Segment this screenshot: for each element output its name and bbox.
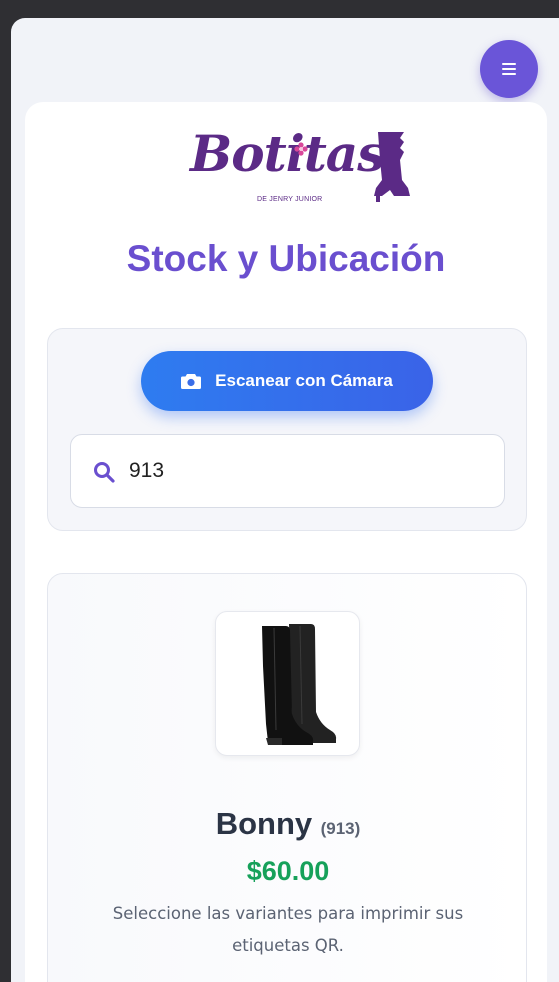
product-hint: Seleccione las variantes para imprimir s… xyxy=(112,904,464,955)
search-panel: Escanear con Cámara 913 xyxy=(47,328,527,531)
boots-image xyxy=(262,624,337,745)
product-card: Bonny (913) $60.00 Seleccione las varian… xyxy=(47,573,527,982)
product-image xyxy=(215,611,360,756)
page-title: Stock y Ubicación xyxy=(126,238,446,279)
device-frame: Botitas DE JENRY JUNIOR Stock y Ubicació… xyxy=(0,0,559,982)
product-name: Bonny (913) xyxy=(48,806,528,842)
brand-tagline: DE JENRY JUNIOR xyxy=(257,196,323,203)
brand-name: Botitas xyxy=(190,124,385,183)
flower-icon xyxy=(294,142,308,156)
scan-camera-button[interactable]: Escanear con Cámara xyxy=(141,351,433,411)
app-screen: Botitas DE JENRY JUNIOR Stock y Ubicació… xyxy=(11,18,559,982)
main-card: Botitas DE JENRY JUNIOR Stock y Ubicació… xyxy=(25,102,547,982)
product-code: (913) xyxy=(320,819,361,838)
menu-icon xyxy=(502,63,516,75)
product-title: Bonny xyxy=(215,806,313,841)
menu-button[interactable] xyxy=(480,40,538,98)
camera-icon xyxy=(181,374,202,389)
search-icon xyxy=(94,462,115,483)
brand-logo: Botitas DE JENRY JUNIOR xyxy=(190,122,410,208)
search-input[interactable]: 913 xyxy=(70,434,505,508)
boot-logo-icon xyxy=(374,132,410,202)
scan-button-label: Escanear con Cámara xyxy=(215,371,393,390)
product-price: $60.00 xyxy=(246,856,330,886)
search-value: 913 xyxy=(129,459,165,482)
